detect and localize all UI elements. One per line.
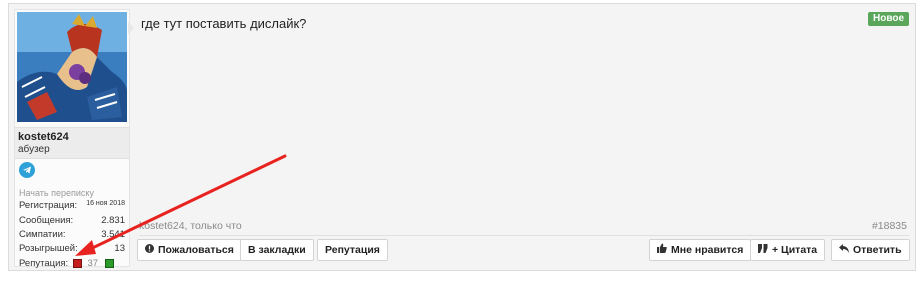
post-number-link[interactable]: #18835 (872, 220, 907, 232)
stat-label: Розыгрышей: (19, 243, 78, 254)
post-container: kostet624 абузер Начать переписку Регист… (8, 3, 916, 271)
speech-pointer (128, 22, 134, 34)
stat-value: 2.831 (101, 215, 125, 226)
post-message: где тут поставить дислайк? (141, 16, 307, 31)
reputation-plus-icon[interactable] (104, 259, 114, 268)
reply-icon (839, 240, 849, 260)
quote-button[interactable]: + Цитата (750, 239, 826, 261)
stat-value: 16 ноя 2018 (86, 200, 125, 207)
reputation-value: 37 (87, 258, 99, 269)
new-badge: Новое (867, 12, 909, 26)
stat-label: Симпатии: (19, 229, 66, 240)
bookmark-label: В закладки (248, 244, 306, 256)
footer-divider (139, 235, 909, 236)
user-info-box: kostet624 абузер (15, 127, 129, 159)
stat-label: Репутация: (19, 258, 69, 270)
post-author-time[interactable]: kostet624, только что (139, 220, 242, 232)
alert-icon (145, 240, 154, 260)
quote-label: + Цитата (772, 244, 818, 256)
thumbs-up-icon (657, 240, 667, 260)
reputation-button[interactable]: Репутация (317, 239, 388, 261)
reply-button[interactable]: Ответить (831, 239, 910, 261)
report-button[interactable]: Пожаловаться (137, 239, 242, 261)
reputation-minus-icon[interactable] (72, 259, 82, 268)
avatar-image (17, 12, 127, 122)
avatar[interactable] (17, 12, 127, 122)
like-label: Мне нравится (671, 244, 744, 256)
telegram-icon[interactable] (19, 162, 35, 178)
stat-value: 3.541 (101, 229, 125, 240)
bookmark-button[interactable]: В закладки (240, 239, 314, 261)
username[interactable]: kostet624 (18, 131, 69, 143)
user-title: абузер (18, 144, 50, 155)
quote-icon (758, 240, 768, 260)
reply-label: Ответить (853, 244, 902, 256)
stat-value: 13 (114, 243, 125, 254)
stat-reputation: Репутация: 37 (19, 258, 114, 269)
reputation-label: Репутация (325, 244, 380, 256)
stat-label: Регистрация: (19, 200, 78, 211)
start-conversation-link[interactable]: Начать переписку (19, 188, 94, 198)
author-sidebar: kostet624 абузер Начать переписку Регист… (14, 9, 130, 269)
like-button[interactable]: Мне нравится (649, 239, 752, 261)
report-label: Пожаловаться (158, 244, 234, 256)
stat-label: Сообщения: (19, 215, 74, 226)
